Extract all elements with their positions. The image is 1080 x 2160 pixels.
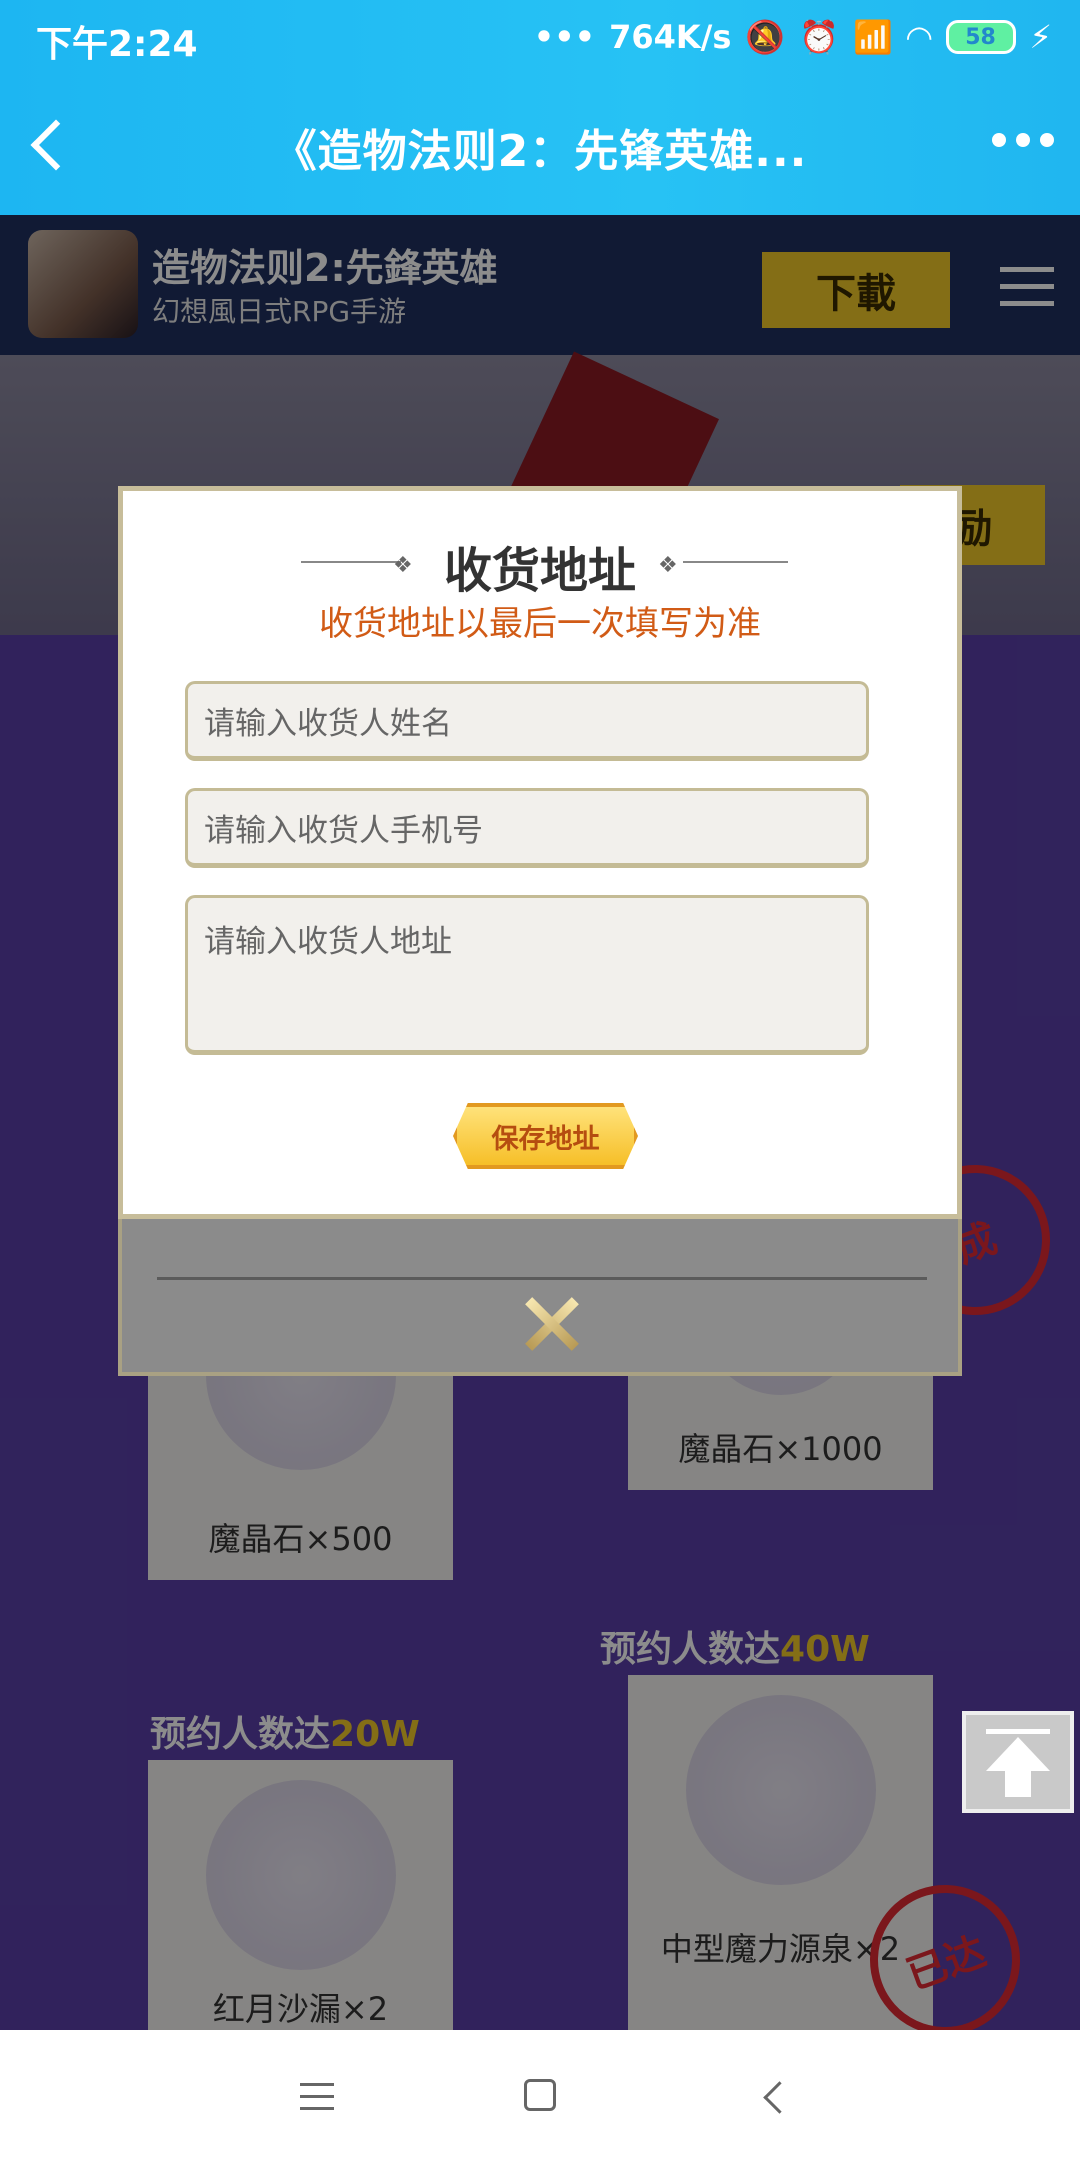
phone-field[interactable]: 请输入收货人手机号 (185, 788, 869, 868)
address-dialog: ❖ 收货地址 ❖ 收货地址以最后一次填写为准 请输入收货人姓名 请输入收货人手机… (118, 486, 962, 1219)
system-navigation-bar (0, 2030, 1080, 2160)
close-x-icon[interactable] (522, 1295, 580, 1353)
navigation-bar: 《造物法则2：先锋英雄... (0, 75, 1080, 215)
status-time: 下午2:24 (36, 24, 198, 65)
dialog-footer (118, 1219, 962, 1376)
recent-apps-icon[interactable] (300, 2083, 334, 2111)
dialog-title: 收货地址 (443, 543, 636, 599)
address-field[interactable]: 请输入收货人地址 (185, 895, 869, 1055)
dialog-subtitle: 收货地址以最后一次填写为准 (319, 604, 761, 644)
home-icon[interactable] (524, 2079, 556, 2111)
ornament-icon: ❖ (658, 553, 678, 578)
page-title: 《造物法则2：先锋英雄... (272, 126, 808, 177)
alarm-icon: ⏰ (799, 18, 840, 56)
screen: 造物法则2:先鋒英雄 幻想風日式RPG手游 下載 励 魔晶石×500 魔晶石×1… (0, 0, 1080, 2160)
battery-icon: 58 (945, 20, 1016, 54)
mute-icon: 🔕 (745, 18, 786, 56)
app-header: 下午2:24 ••• 764K/s 🔕 ⏰ 📶 ◠ 58 ⚡ 《造物法则2：先锋… (0, 0, 1080, 215)
network-speed: 764K/s (609, 18, 732, 56)
footer-divider (157, 1277, 927, 1280)
status-icons: ••• 764K/s 🔕 ⏰ 📶 ◠ 58 ⚡ (534, 12, 1052, 62)
signal-dots-icon: ••• (533, 18, 596, 56)
status-bar: 下午2:24 ••• 764K/s 🔕 ⏰ 📶 ◠ 58 ⚡ (0, 0, 1080, 75)
arrow-up-icon[interactable] (962, 1711, 1074, 1813)
back-icon[interactable] (760, 2082, 790, 2112)
wifi-icon: ◠ (906, 18, 932, 56)
save-address-button[interactable]: 保存地址 (453, 1103, 638, 1169)
title-divider-right (683, 561, 788, 563)
name-field[interactable]: 请输入收货人姓名 (185, 681, 869, 761)
charging-icon: ⚡ (1029, 18, 1052, 56)
more-dots-icon[interactable] (992, 133, 1054, 147)
hd-signal-icon: 📶 (853, 18, 893, 56)
